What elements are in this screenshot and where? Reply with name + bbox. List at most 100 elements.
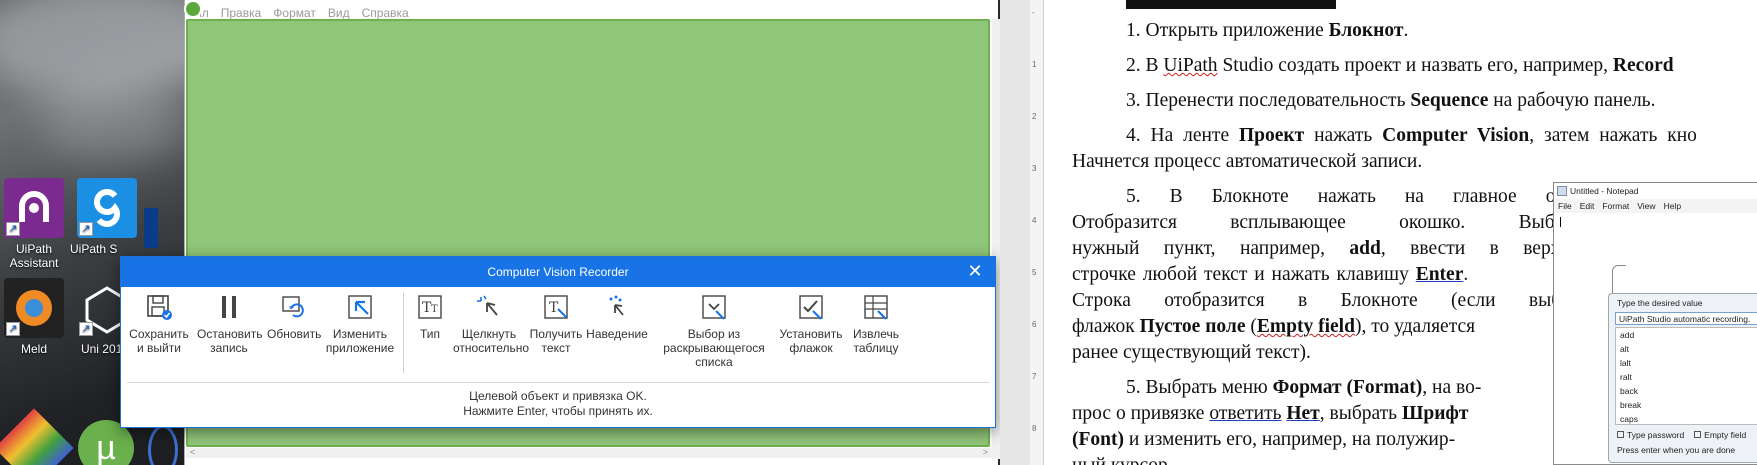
get-text-button[interactable]: T Получить текст bbox=[529, 293, 583, 355]
tool-label: Извлечь таблицу bbox=[852, 327, 899, 355]
desktop-icon-label: UiPath S bbox=[70, 242, 118, 256]
step-5-line: флажок Пустое поле (Empty field), то уда… bbox=[1072, 316, 1476, 337]
ruler-mark: 4 bbox=[1032, 216, 1037, 225]
figure-menu-item: Help bbox=[1663, 201, 1682, 211]
desktop-icon-meld[interactable]: ↗ Meld bbox=[0, 278, 72, 356]
step-5-line: Отобразится всплывающее окошко. Выбрать bbox=[1072, 212, 1590, 233]
popup-options: add alt lalt ralt back break caps bbox=[1615, 327, 1757, 425]
window-gap bbox=[1000, 0, 1030, 465]
partial-icon bbox=[148, 425, 178, 465]
tool-label: Щелкнуть относительно bbox=[453, 327, 530, 355]
recorder-title: Computer Vision Recorder bbox=[487, 265, 629, 279]
callout-pointer bbox=[1612, 265, 1626, 295]
figure-menu-item: View bbox=[1637, 201, 1656, 211]
type-button[interactable]: TT Тип bbox=[409, 293, 451, 341]
ruler-mark: 7 bbox=[1032, 372, 1037, 381]
horizontal-scrollbar[interactable]: < > bbox=[186, 447, 992, 458]
tool-label: Наведение bbox=[586, 327, 648, 341]
figure-popup: Type the desired value UiPath Studio aut… bbox=[1608, 293, 1757, 463]
hover-icon bbox=[603, 293, 631, 321]
notepad-icon bbox=[1557, 186, 1567, 196]
popup-option: lalt bbox=[1620, 358, 1631, 368]
recording-indicator-icon bbox=[184, 0, 202, 18]
click-relative-icon bbox=[475, 293, 503, 321]
app-icon[interactable] bbox=[0, 408, 74, 465]
tool-label: Обновить bbox=[267, 327, 322, 341]
meld-icon: ↗ bbox=[4, 278, 64, 338]
extract-table-button[interactable]: Извлечь таблицу bbox=[845, 293, 907, 355]
figure-titlebar: Untitled - Notepad bbox=[1554, 183, 1757, 199]
extract-table-icon bbox=[862, 293, 890, 321]
figure-title: Untitled - Notepad bbox=[1570, 186, 1639, 196]
dropdown-select-button[interactable]: Выбор из раскрывающегося списка bbox=[651, 293, 777, 369]
ruler-mark: 1 bbox=[1032, 60, 1037, 69]
empty-field-checkbox: Empty field bbox=[1694, 430, 1746, 440]
hover-button[interactable]: Наведение bbox=[585, 293, 649, 341]
popup-option: add bbox=[1620, 330, 1635, 340]
tool-label: Установить флажок bbox=[779, 327, 843, 355]
type-password-checkbox: Type password bbox=[1617, 430, 1684, 440]
tool-label: Выбор из раскрывающегося списка bbox=[663, 327, 765, 369]
step-6-line: ный курсор bbox=[1072, 455, 1168, 465]
heading-bar bbox=[1126, 0, 1336, 9]
step-5-line: строчке любой текст и нажать клавишу Ent… bbox=[1072, 264, 1469, 285]
uipath-studio-icon: ↗ bbox=[77, 178, 137, 238]
computer-vision-recorder: Computer Vision Recorder ✕ Сохранить и в… bbox=[120, 256, 996, 428]
set-checkbox-button[interactable]: Установить флажок bbox=[779, 293, 843, 355]
save-and-exit-button[interactable]: Сохранить и выйти bbox=[127, 293, 191, 355]
figure-menu-item: Format bbox=[1602, 201, 1630, 211]
popup-checkboxes: Type password Empty field bbox=[1609, 427, 1757, 443]
scroll-left-icon[interactable]: < bbox=[190, 447, 195, 457]
figure-menu-item: File bbox=[1558, 201, 1572, 211]
step-5-line: Строка отобразится в Блокноте (если выбр… bbox=[1072, 290, 1590, 311]
toolbar-separator bbox=[403, 293, 404, 373]
close-icon[interactable]: ✕ bbox=[963, 257, 987, 287]
dropdown-select-icon bbox=[700, 293, 728, 321]
step-6-line: (Font) и изменить его, например, на полу… bbox=[1072, 429, 1456, 450]
popup-input: UiPath Studio automatic recording. bbox=[1615, 312, 1757, 325]
step-3: 3. Перенести последовательность Sequence… bbox=[1126, 90, 1656, 111]
tool-label: Остановить запись bbox=[197, 327, 263, 355]
scroll-right-icon[interactable]: > bbox=[983, 447, 988, 457]
step-5-line: ранее существующий текст). bbox=[1072, 342, 1311, 363]
get-text-icon: T bbox=[542, 293, 570, 321]
tool-label: Изменить приложение bbox=[325, 327, 395, 355]
click-relative-button[interactable]: Щелкнуть относительно bbox=[453, 293, 530, 355]
popup-hint: Press enter when you are done bbox=[1617, 445, 1736, 455]
step-5-line: 5. В Блокноте нажать на главное окно. bbox=[1126, 186, 1590, 207]
desktop-icon-uipath-assistant[interactable]: ↗ UiPath Assistant bbox=[0, 178, 72, 270]
select-app-icon bbox=[346, 293, 374, 321]
text-cursor bbox=[1560, 217, 1561, 227]
vertical-ruler: - 1 2 3 4 5 6 7 8 bbox=[1030, 0, 1044, 465]
popup-option: ralt bbox=[1620, 372, 1632, 382]
ruler-mark: - bbox=[1032, 8, 1035, 17]
popup-option: alt bbox=[1620, 344, 1629, 354]
change-application-button[interactable]: Изменить приложение bbox=[323, 293, 397, 355]
svg-text:T: T bbox=[549, 300, 559, 316]
refresh-button[interactable]: Обновить bbox=[267, 293, 322, 341]
svg-text:T: T bbox=[431, 304, 438, 315]
desktop-icon-label: Meld bbox=[20, 342, 47, 356]
step-6-line: прос о привязке ответить Нет, выбрать Шр… bbox=[1072, 403, 1469, 424]
step-1: 1. Открыть приложение Блокнот. bbox=[1126, 20, 1409, 41]
popup-header: Type the desired value bbox=[1617, 298, 1703, 308]
notepad-figure: Untitled - Notepad File Edit Format View… bbox=[1553, 182, 1757, 465]
ruler-mark: 2 bbox=[1032, 112, 1037, 121]
recorder-status: Целевой объект и привязка OK. Нажмите En… bbox=[121, 383, 995, 419]
popup-option: back bbox=[1620, 386, 1638, 396]
step-4: 4. На ленте Проект нажать Computer Visio… bbox=[1126, 125, 1697, 146]
figure-menu: File Edit Format View Help bbox=[1554, 199, 1757, 213]
ruler-mark: 3 bbox=[1032, 164, 1037, 173]
type-icon: TT bbox=[416, 293, 444, 321]
desktop-icon-uipath-studio[interactable]: ↗ UiPath S bbox=[70, 178, 144, 256]
stop-recording-button[interactable]: Остановить запись bbox=[197, 293, 263, 355]
pause-icon bbox=[215, 293, 243, 321]
tool-label: Получить текст bbox=[529, 327, 583, 355]
desktop-icon-label: UiPath Assistant bbox=[9, 242, 59, 270]
step-5-line: нужный пункт, например, add, ввести в ве… bbox=[1072, 238, 1590, 259]
checkbox-icon bbox=[797, 293, 825, 321]
recorder-toolbar: Сохранить и выйти Остановить запись Обно… bbox=[127, 287, 989, 383]
save-icon bbox=[145, 293, 173, 321]
tool-label: Тип bbox=[419, 327, 440, 341]
step-4-cont: Начнется процесс автоматической записи. bbox=[1072, 151, 1423, 172]
